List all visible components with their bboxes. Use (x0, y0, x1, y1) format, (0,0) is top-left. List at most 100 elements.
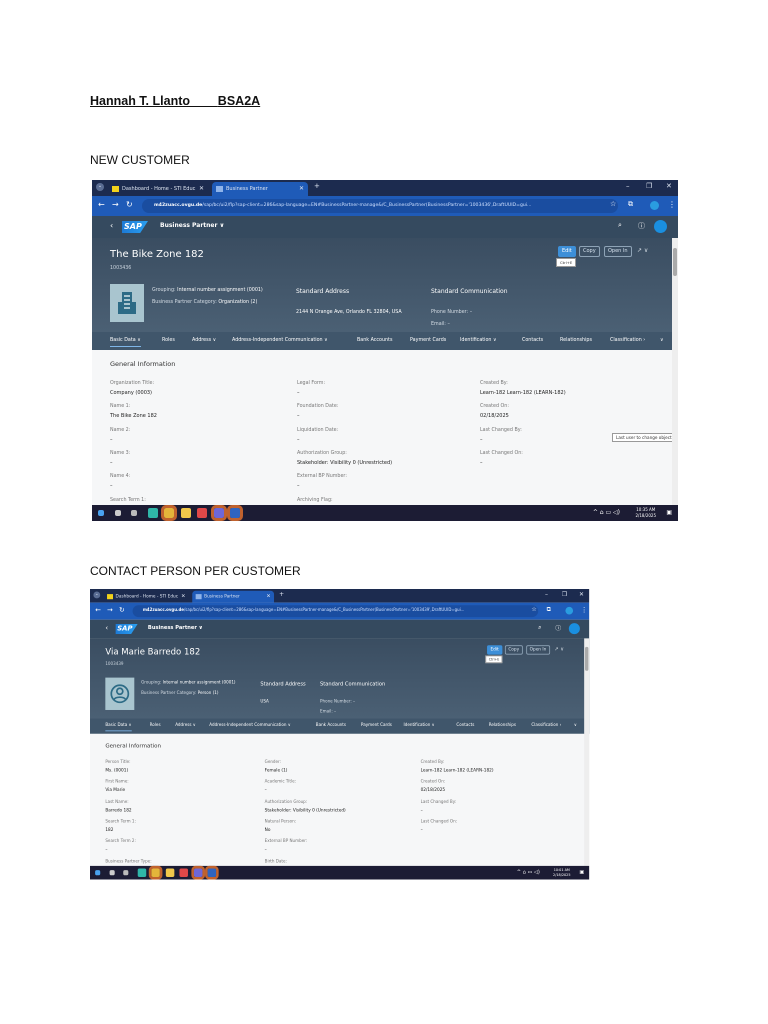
copy-button[interactable]: Copy (504, 645, 523, 655)
taskbar-word-icon[interactable] (227, 505, 243, 521)
taskbar-wps-icon[interactable] (197, 508, 207, 518)
back-icon[interactable]: ← (98, 200, 105, 209)
profile-avatar[interactable] (565, 606, 574, 615)
edit-button[interactable]: Edit (487, 645, 503, 655)
url-input[interactable]: m42zuacc.ovgu.de/sap/bc/ui2/flp?sap-clie… (142, 199, 618, 213)
taskbar-chrome-icon[interactable] (161, 505, 177, 521)
nav-item[interactable]: Classification › (610, 338, 645, 343)
forward-icon[interactable]: → (107, 606, 113, 614)
back-chevron-icon[interactable]: ‹ (110, 221, 113, 230)
taskbar-task-view-icon[interactable] (123, 870, 129, 876)
share-icon[interactable]: ↗ ∨ (637, 247, 648, 254)
system-tray-icons[interactable]: ^ ⌂ ▭ ◁) (593, 509, 620, 516)
nav-item[interactable]: Payment Cards (410, 338, 446, 343)
reload-icon[interactable]: ↻ (119, 606, 125, 614)
minimize-button[interactable]: – (626, 182, 630, 190)
url-input[interactable]: m42zuacc.ovgu.de/sap/bc/ui2/flp?sap-clie… (132, 605, 539, 618)
nav-item[interactable]: Contacts (456, 724, 474, 728)
star-icon[interactable]: ☆ (610, 200, 616, 208)
scrollbar-thumb[interactable] (585, 646, 589, 671)
nav-item[interactable]: Roles (150, 724, 161, 728)
notification-icon[interactable]: ▣ (579, 869, 584, 875)
restore-button[interactable]: ❐ (646, 182, 652, 190)
back-icon[interactable]: ← (95, 606, 101, 614)
nav-item[interactable]: Payment Cards (361, 724, 392, 728)
scrollbar[interactable] (584, 638, 590, 866)
nav-item[interactable]: Roles (162, 338, 175, 343)
taskbar-file-explorer-icon[interactable] (180, 508, 191, 518)
tab-dashboard[interactable]: Dashboard - Home - STI Educ ✕ (108, 182, 208, 196)
nav-item[interactable]: Address-Independent Communication ∨ (232, 338, 328, 343)
taskbar-wps-icon[interactable] (179, 868, 188, 877)
taskbar-search-icon[interactable] (114, 510, 121, 516)
menu-icon[interactable]: ⋮ (668, 200, 676, 209)
more-sections-icon[interactable]: ∨ (660, 338, 664, 343)
system-tray-icons[interactable]: ^ ⌂ ▭ ◁) (517, 869, 540, 875)
search-icon[interactable]: ⌕ (618, 221, 622, 230)
search-icon[interactable]: ⌕ (538, 624, 541, 632)
extensions-icon[interactable]: ⧉ (628, 200, 633, 209)
new-tab-button[interactable]: + (279, 591, 284, 598)
edit-button[interactable]: Edit (558, 246, 576, 257)
taskbar-edge-icon[interactable] (147, 508, 158, 518)
scrollbar[interactable] (672, 238, 678, 505)
close-tab-icon[interactable]: ✕ (199, 182, 204, 196)
nav-item[interactable]: Basic Data ∨ (110, 338, 141, 347)
nav-item[interactable]: Classification › (531, 724, 561, 728)
nav-item[interactable]: Contacts (522, 338, 543, 343)
tab-dashboard[interactable]: Dashboard - Home - STI Educ ✕ (104, 591, 189, 603)
open-in-button[interactable]: Open In (604, 246, 632, 257)
nav-item[interactable]: Bank Accounts (316, 724, 346, 728)
close-tab-icon[interactable]: ✕ (299, 182, 304, 196)
copy-button[interactable]: Copy (579, 246, 600, 257)
taskbar-teams-icon[interactable] (210, 505, 227, 521)
close-tab-icon[interactable]: ✕ (266, 591, 270, 603)
taskbar-edge-icon[interactable] (137, 868, 146, 877)
user-avatar[interactable] (654, 220, 667, 233)
nav-item[interactable]: Basic Data ∨ (105, 724, 132, 732)
back-chevron-icon[interactable]: ‹ (105, 624, 108, 632)
nav-item[interactable]: Address-Independent Communication ∨ (209, 724, 290, 728)
scrollbar-thumb[interactable] (673, 248, 677, 276)
notification-icon[interactable]: ▣ (666, 509, 672, 516)
close-tab-icon[interactable]: ✕ (181, 591, 185, 603)
star-icon[interactable]: ☆ (531, 606, 536, 613)
new-tab-button[interactable]: + (314, 182, 320, 190)
taskbar-start-icon[interactable] (98, 510, 104, 516)
profile-avatar[interactable] (650, 201, 659, 210)
close-window-button[interactable]: ✕ (579, 591, 584, 598)
tab-search-icon[interactable]: ⌄ (96, 183, 104, 191)
tab-business-partner[interactable]: Business Partner ✕ (212, 182, 308, 196)
nav-item[interactable]: Identification ∨ (460, 338, 497, 343)
extensions-icon[interactable]: ⧉ (547, 606, 551, 614)
tab-search-icon[interactable]: ⌄ (93, 591, 101, 599)
taskbar-start-icon[interactable] (95, 870, 101, 876)
nav-item[interactable]: Bank Accounts (357, 338, 392, 343)
user-avatar[interactable] (568, 623, 580, 635)
close-window-button[interactable]: ✕ (666, 182, 672, 190)
help-icon[interactable]: ⓘ (555, 624, 561, 633)
taskbar-task-view-icon[interactable] (131, 510, 137, 516)
open-in-button[interactable]: Open In (526, 645, 550, 655)
sap-logo[interactable]: SAP (122, 221, 148, 233)
minimize-button[interactable]: – (545, 591, 548, 598)
taskbar-file-explorer-icon[interactable] (165, 868, 174, 877)
clock[interactable]: 10:35 AM 2/18/2025 (635, 507, 656, 518)
taskbar-chrome-icon[interactable] (148, 865, 163, 880)
clock[interactable]: 10:01 AM 2/18/2025 (553, 868, 570, 877)
taskbar-teams-icon[interactable] (190, 865, 205, 880)
share-icon[interactable]: ↗ ∨ (554, 646, 564, 652)
nav-item[interactable]: Relationships (489, 724, 516, 728)
menu-icon[interactable]: ⋮ (581, 606, 588, 614)
taskbar-search-icon[interactable] (109, 870, 115, 876)
taskbar-word-icon[interactable] (205, 865, 219, 880)
nav-item[interactable]: Identification ∨ (404, 724, 435, 728)
forward-icon[interactable]: → (112, 200, 119, 209)
more-sections-icon[interactable]: ∨ (574, 724, 577, 728)
tab-business-partner[interactable]: Business Partner ✕ (192, 590, 275, 603)
app-title-menu[interactable]: Business Partner ∨ (160, 222, 224, 229)
app-title-menu[interactable]: Business Partner ∨ (148, 625, 203, 631)
restore-button[interactable]: ❐ (562, 591, 567, 598)
help-icon[interactable]: ⓘ (638, 221, 645, 231)
nav-item[interactable]: Address ∨ (175, 724, 196, 728)
